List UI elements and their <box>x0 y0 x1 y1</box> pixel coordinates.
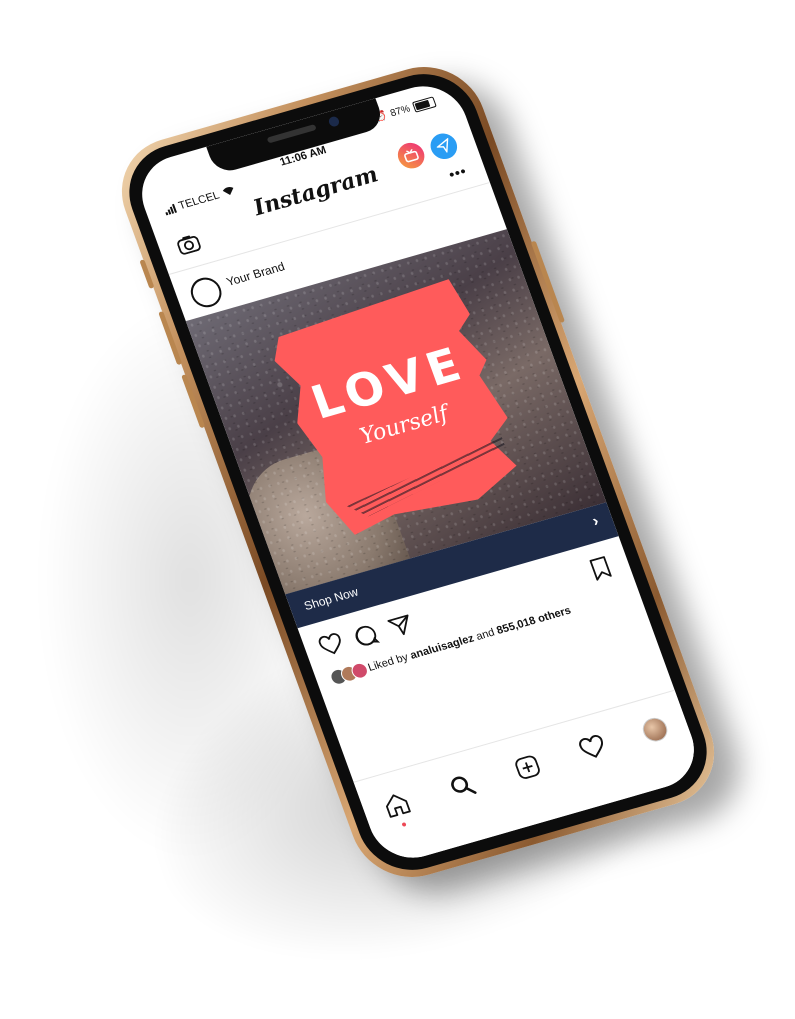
battery-percent: 87% <box>388 103 412 120</box>
search-icon[interactable] <box>445 770 479 802</box>
battery-icon <box>411 96 437 113</box>
heart-icon[interactable] <box>316 631 347 660</box>
chevron-right-icon[interactable]: › <box>590 513 601 531</box>
home-notification-dot <box>401 822 407 827</box>
bookmark-icon[interactable] <box>585 554 616 583</box>
direct-badge: 2 <box>446 124 456 137</box>
activity-icon[interactable] <box>576 733 610 765</box>
liked-by-prefix: Liked by <box>366 650 413 674</box>
post-account-name[interactable]: Your Brand <box>224 259 286 289</box>
liker-avatars <box>328 661 371 687</box>
share-icon[interactable] <box>385 611 416 640</box>
speaker-grille <box>266 123 317 144</box>
liked-by-joiner: and <box>471 625 500 644</box>
profile-icon[interactable] <box>639 715 671 745</box>
comment-icon[interactable] <box>350 621 381 650</box>
front-camera <box>327 115 341 128</box>
more-icon[interactable]: ••• <box>446 162 469 182</box>
home-icon[interactable] <box>380 789 414 821</box>
avatar[interactable] <box>186 274 226 311</box>
shop-now-label[interactable]: Shop Now <box>302 585 360 613</box>
add-icon[interactable] <box>511 751 545 783</box>
